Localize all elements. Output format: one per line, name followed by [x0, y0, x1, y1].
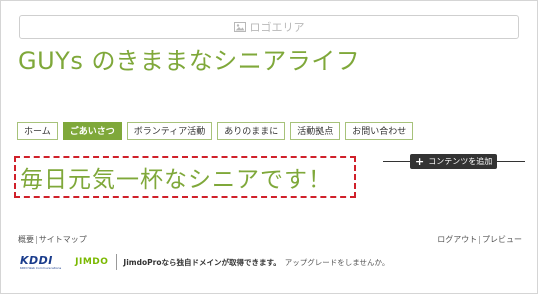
site-title[interactable]: GUYs のきままなシニアライフ	[18, 41, 360, 76]
plus-icon: +	[415, 155, 425, 168]
nav-item-home[interactable]: ホーム	[17, 122, 58, 140]
overview-link[interactable]: 概要	[18, 235, 34, 244]
main-navigation: ホーム ごあいさつ ボランティア活動 ありのままに 活動拠点 お問い合わせ	[17, 122, 414, 140]
upgrade-link[interactable]: アップグレードをしませんか。	[285, 258, 390, 267]
nav-item-volunteer[interactable]: ボランティア活動	[126, 122, 213, 140]
logo-area[interactable]: ロゴエリア	[19, 15, 519, 39]
brand-row: KDDI KDDI Web Communications JIMDO Jimdo…	[20, 254, 389, 270]
headline-editable-area[interactable]: 毎日元気一杯なシニアです！	[14, 156, 356, 198]
jimdo-logo[interactable]: JIMDO	[75, 257, 108, 267]
preview-link[interactable]: プレビュー	[482, 235, 522, 244]
logo-area-label: ロゴエリア	[249, 21, 305, 34]
nav-item-contact[interactable]: お問い合わせ	[345, 122, 414, 140]
logout-link[interactable]: ログアウト	[437, 235, 477, 244]
kddi-logo[interactable]: KDDI KDDI Web Communications	[20, 255, 61, 270]
promo-domain-text: JimdoProなら独自ドメインが取得できます。	[123, 257, 281, 267]
footer-separator: |	[35, 235, 38, 244]
add-content-button[interactable]: + コンテンツを追加	[410, 154, 498, 169]
headline-text: 毎日元気一杯なシニアです！	[20, 167, 332, 193]
footer-links-left: 概要|サイトマップ	[18, 234, 87, 245]
nav-item-base[interactable]: 活動拠点	[290, 122, 341, 140]
brand-divider	[116, 254, 118, 270]
promo-text: JimdoProなら独自ドメインが取得できます。 アップグレードをしませんか。	[123, 257, 389, 268]
image-icon	[233, 22, 246, 32]
footer-separator: |	[478, 235, 481, 244]
sitemap-link[interactable]: サイトマップ	[39, 235, 87, 244]
nav-item-as-is[interactable]: ありのままに	[217, 122, 286, 140]
footer-links-right: ログアウト|プレビュー	[437, 234, 522, 245]
nav-item-greeting[interactable]: ごあいさつ	[62, 122, 122, 140]
add-content-label: コンテンツを追加	[428, 157, 493, 166]
